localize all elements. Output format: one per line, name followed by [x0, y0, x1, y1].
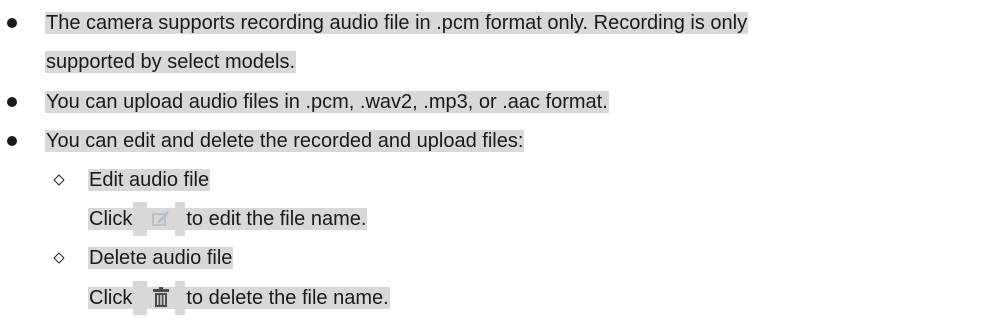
list-item-text: You can edit and delete the recorded and… — [45, 124, 525, 158]
sub-item-instruction: Click to delete the file name. — [88, 281, 390, 315]
sub-bullet-marker — [53, 252, 65, 264]
click-suffix: to delete the file name. — [185, 287, 390, 309]
list-item-text: supported by select models. — [45, 45, 297, 79]
click-prefix: Click — [88, 208, 134, 230]
bullet-marker — [7, 18, 17, 28]
sub-item-title-text: Delete audio file — [88, 247, 234, 269]
note-line: You can upload audio files in .pcm, .wav… — [45, 91, 609, 113]
sub-item-title: Delete audio file — [88, 241, 234, 275]
click-prefix: Click — [88, 287, 134, 309]
bullet-marker — [7, 136, 17, 146]
note-line: supported by select models. — [45, 51, 297, 73]
sub-item-title: Edit audio file — [88, 163, 211, 197]
click-suffix: to edit the file name. — [185, 208, 368, 230]
note-line: The camera supports recording audio file… — [45, 12, 749, 34]
sub-bullet-marker — [53, 174, 65, 186]
list-item-text: The camera supports recording audio file… — [45, 6, 749, 40]
notes-list: The camera supports recording audio file… — [0, 0, 986, 334]
sub-item-instruction: Click to edit the file name. — [88, 202, 368, 236]
list-item-text: You can upload audio files in .pcm, .wav… — [45, 85, 609, 119]
trash-icon[interactable] — [148, 284, 174, 310]
note-line: You can edit and delete the recorded and… — [45, 130, 525, 152]
edit-icon[interactable] — [148, 205, 174, 231]
sub-item-title-text: Edit audio file — [88, 169, 211, 191]
bullet-marker — [7, 97, 17, 107]
